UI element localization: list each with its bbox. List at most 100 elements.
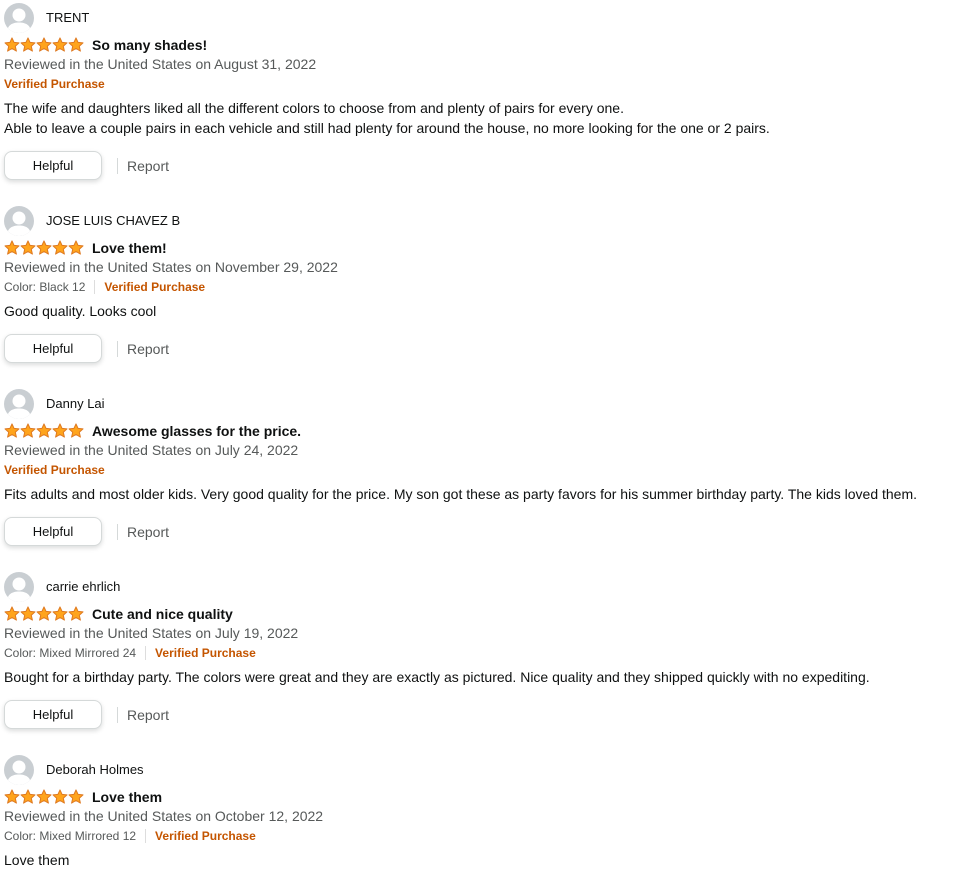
verified-purchase-badge: Verified Purchase	[155, 646, 256, 660]
reviewer-name[interactable]: TRENT	[46, 10, 89, 26]
star-icon	[20, 606, 36, 621]
verified-purchase-badge: Verified Purchase	[4, 77, 105, 91]
review-body-line: Good quality. Looks cool	[4, 303, 157, 319]
star-icon	[36, 606, 52, 621]
star-icon	[36, 789, 52, 804]
star-icon	[20, 423, 36, 438]
meta-divider	[145, 646, 147, 660]
reviewer-name[interactable]: JOSE LUIS CHAVEZ B	[46, 213, 180, 229]
review-body-line: Love them	[4, 852, 70, 868]
meta-divider	[94, 280, 96, 294]
star-icon	[4, 606, 20, 621]
star-icon	[68, 37, 84, 52]
action-divider	[117, 523, 118, 540]
star-icon	[36, 423, 52, 438]
action-divider	[117, 157, 118, 174]
star-icon	[4, 240, 20, 255]
review-actions: Helpful Report	[4, 334, 169, 363]
review-meta: Verified Purchase	[4, 76, 105, 92]
review-body: The wife and daughters liked all the dif…	[4, 98, 770, 138]
reviewer-profile[interactable]: Danny Lai	[4, 389, 105, 419]
action-divider	[117, 340, 118, 357]
star-icon	[4, 423, 20, 438]
review-title-row: So many shades!	[4, 35, 207, 55]
review-title-row: Awesome glasses for the price.	[4, 421, 301, 441]
review-body-line: Able to leave a couple pairs in each veh…	[4, 120, 770, 136]
action-divider	[117, 706, 118, 723]
review-title-row: Love them!	[4, 238, 167, 258]
star-icon	[4, 789, 20, 804]
star-rating[interactable]	[4, 789, 84, 805]
star-icon	[52, 37, 68, 52]
star-icon	[68, 240, 84, 255]
verified-purchase-badge: Verified Purchase	[104, 280, 206, 294]
review-title[interactable]: So many shades!	[92, 35, 207, 55]
review-body: Fits adults and most older kids. Very go…	[4, 484, 917, 504]
reviewer-name[interactable]: Deborah Holmes	[46, 762, 144, 778]
helpful-button[interactable]: Helpful	[4, 700, 102, 729]
helpful-button[interactable]: Helpful	[4, 151, 102, 180]
star-rating[interactable]	[4, 423, 84, 439]
review-actions: Helpful Report	[4, 700, 169, 729]
reviewer-name[interactable]: Danny Lai	[46, 396, 105, 412]
star-icon	[52, 606, 68, 621]
star-icon	[52, 423, 68, 438]
variant-link[interactable]: Color: Mixed Mirrored 24	[4, 645, 136, 661]
verified-purchase-badge: Verified Purchase	[4, 463, 105, 477]
star-icon	[52, 789, 68, 804]
review-meta: Color: Black 12 Verified Purchase	[4, 279, 205, 295]
star-icon	[36, 240, 52, 255]
star-icon	[20, 789, 36, 804]
star-icon	[68, 606, 84, 621]
review-title[interactable]: Love them	[92, 787, 162, 807]
star-icon	[20, 240, 36, 255]
review-body-line: Bought for a birthday party. The colors …	[4, 669, 870, 685]
review-date: Reviewed in the United States on Novembe…	[4, 259, 338, 275]
reviewer-profile[interactable]: TRENT	[4, 3, 89, 33]
star-rating[interactable]	[4, 606, 84, 622]
star-icon	[4, 37, 20, 52]
review-date: Reviewed in the United States on July 19…	[4, 625, 299, 641]
review-body-line: Fits adults and most older kids. Very go…	[4, 486, 918, 502]
helpful-button[interactable]: Helpful	[4, 334, 102, 363]
star-rating[interactable]	[4, 37, 84, 53]
avatar-icon	[4, 755, 34, 785]
variant-link[interactable]: Color: Mixed Mirrored 12	[4, 828, 136, 844]
reviewer-name[interactable]: carrie ehrlich	[46, 579, 120, 595]
report-link[interactable]: Report	[127, 707, 169, 723]
verified-purchase-badge: Verified Purchase	[155, 829, 256, 843]
review-meta: Verified Purchase	[4, 462, 105, 478]
avatar-icon	[4, 572, 34, 602]
reviewer-profile[interactable]: JOSE LUIS CHAVEZ B	[4, 206, 180, 236]
star-icon	[52, 240, 68, 255]
review-date: Reviewed in the United States on August …	[4, 56, 317, 72]
star-icon	[68, 423, 84, 438]
reviewer-profile[interactable]: Deborah Holmes	[4, 755, 144, 785]
review-title-row: Cute and nice quality	[4, 604, 233, 624]
report-link[interactable]: Report	[127, 158, 169, 174]
review-title-row: Love them	[4, 787, 162, 807]
report-link[interactable]: Report	[127, 341, 169, 357]
review-title[interactable]: Love them!	[92, 238, 167, 258]
review-date: Reviewed in the United States on July 24…	[4, 442, 299, 458]
review-actions: Helpful Report	[4, 517, 169, 546]
review-body-line: The wife and daughters liked all the dif…	[4, 100, 624, 116]
star-icon	[68, 789, 84, 804]
reviewer-profile[interactable]: carrie ehrlich	[4, 572, 120, 602]
variant-link[interactable]: Color: Black 12	[4, 279, 85, 295]
review-body: Good quality. Looks cool	[4, 301, 156, 321]
avatar-icon	[4, 3, 34, 33]
meta-divider	[145, 829, 147, 843]
review-title[interactable]: Awesome glasses for the price.	[92, 421, 301, 441]
review-meta: Color: Mixed Mirrored 12 Verified Purcha…	[4, 828, 256, 844]
review-title[interactable]: Cute and nice quality	[92, 604, 233, 624]
star-rating[interactable]	[4, 240, 84, 256]
review-body: Love them	[4, 850, 69, 870]
review-date: Reviewed in the United States on October…	[4, 808, 324, 824]
avatar-icon	[4, 206, 34, 236]
helpful-button[interactable]: Helpful	[4, 517, 102, 546]
report-link[interactable]: Report	[127, 524, 169, 540]
review-body: Bought for a birthday party. The colors …	[4, 667, 870, 687]
star-icon	[20, 37, 36, 52]
review-meta: Color: Mixed Mirrored 24 Verified Purcha…	[4, 645, 256, 661]
